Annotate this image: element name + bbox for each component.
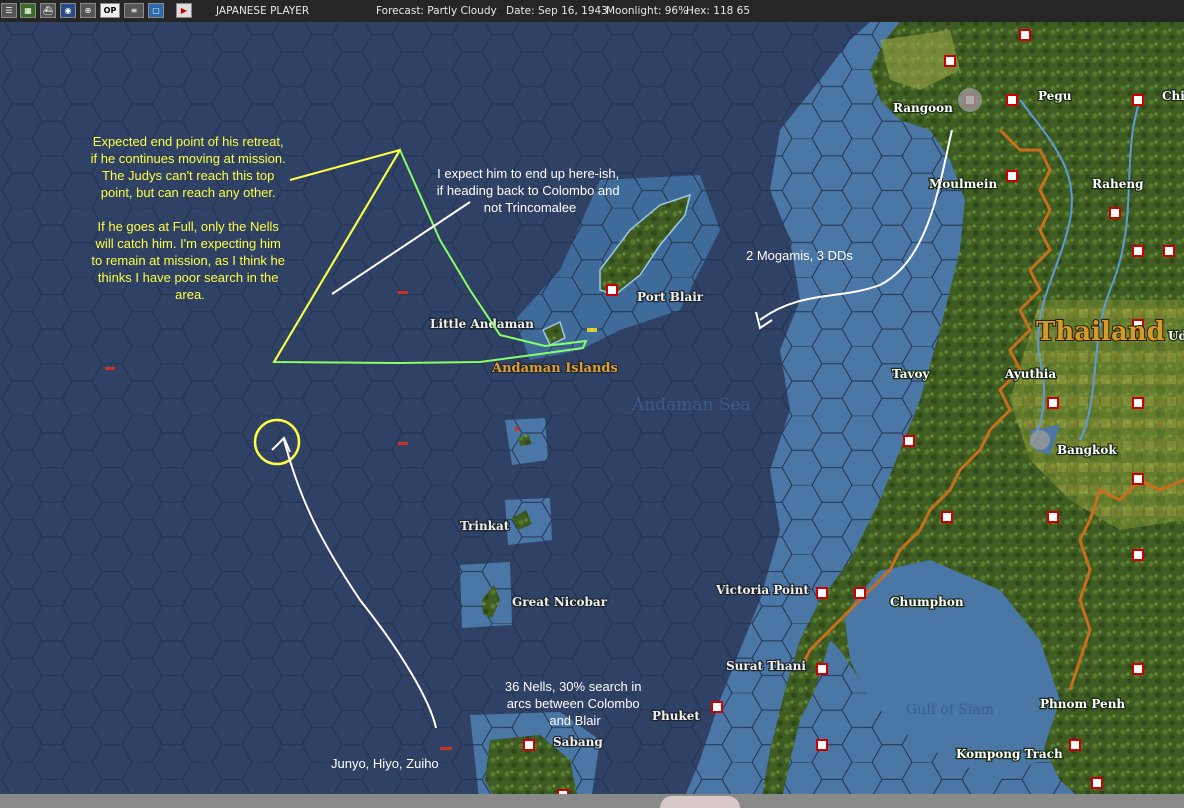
label-bangkok: Bangkok xyxy=(1057,443,1117,457)
report-icon[interactable]: ≡ xyxy=(124,3,144,18)
bottom-bar xyxy=(0,794,1184,808)
label-pegu: Pegu xyxy=(1038,89,1072,103)
label-great-nicobar: Great Nicobar xyxy=(512,595,608,609)
end-turn-icon[interactable]: ▶ xyxy=(176,3,192,18)
top-toolbar: ☰ ▦ ⛴ ◉ ⊕ OP ≡ ▢ ▶ JAPANESE PLAYER Forec… xyxy=(0,0,1184,23)
ops-label: OP xyxy=(103,5,117,15)
bangkok-city xyxy=(1030,430,1050,450)
window-icon[interactable]: ▢ xyxy=(148,3,164,18)
menu-icon[interactable]: ☰ xyxy=(1,3,17,18)
label-raheng: Raheng xyxy=(1092,177,1144,191)
label-chumphon: Chumphon xyxy=(890,595,964,609)
label-victoria-point: Victoria Point xyxy=(715,583,809,597)
label-phnom-penh: Phnom Penh xyxy=(1040,697,1125,711)
ship-icon[interactable]: ⛴ xyxy=(40,3,56,18)
label-kompong-trach: Kompong Trach xyxy=(956,747,1063,761)
label-rangoon: Rangoon xyxy=(893,101,953,115)
target-icon[interactable]: ⊕ xyxy=(80,3,96,18)
label-chi: Chi xyxy=(1162,89,1184,103)
region-gulf-of-siam: Gulf of Siam xyxy=(906,702,994,718)
rangoon-city xyxy=(958,88,982,112)
label-ayuthia: Ayuthia xyxy=(1004,367,1056,381)
label-ud: Ud xyxy=(1168,329,1184,343)
label-surat-thani: Surat Thani xyxy=(726,659,806,673)
label-sabang: Sabang xyxy=(553,735,603,749)
region-andaman-islands: Andaman Islands xyxy=(491,361,618,376)
map-icon[interactable]: ▦ xyxy=(20,3,36,18)
carriers-note: Junyo, Hiyo, Zuiho xyxy=(331,756,439,771)
region-andaman-sea: Andaman Sea xyxy=(631,395,751,415)
hex-map[interactable]: Rangoon Pegu Chi Moulmein Raheng Port Bl… xyxy=(0,22,1184,808)
forecast-label: Forecast: Partly Cloudy xyxy=(376,5,497,17)
date-label: Date: Sep 16, 1943 xyxy=(506,5,608,17)
label-trinkat: Trinkat xyxy=(460,519,510,533)
label-phuket: Phuket xyxy=(652,709,700,723)
mogami-note: 2 Mogamis, 3 DDs xyxy=(746,248,853,263)
label-little-andaman: Little Andaman xyxy=(430,317,534,331)
bottom-seal-icon xyxy=(660,796,740,808)
label-tavoy: Tavoy xyxy=(892,367,931,381)
globe-icon[interactable]: ◉ xyxy=(60,3,76,18)
label-port-blair: Port Blair xyxy=(637,290,704,304)
ops-button[interactable]: OP xyxy=(100,3,120,18)
player-label: JAPANESE PLAYER xyxy=(216,5,310,17)
hex-label: Hex: 118 65 xyxy=(686,5,750,17)
moonlight-label: Moonlight: 96% xyxy=(606,5,689,17)
region-thailand: Thailand xyxy=(1036,317,1165,347)
